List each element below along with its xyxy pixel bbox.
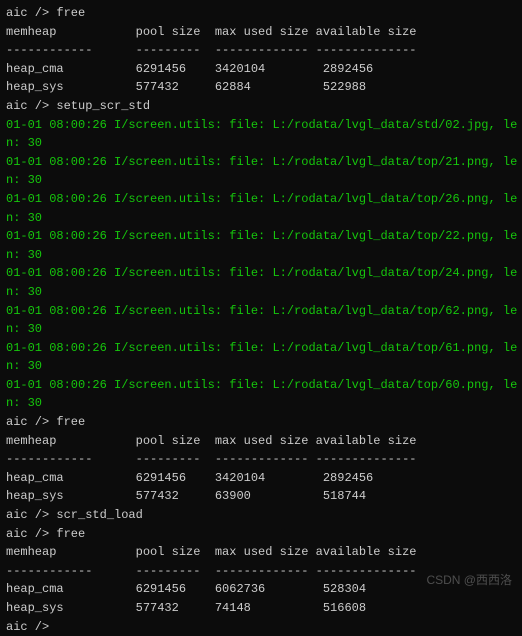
log-line: n: 30 [6,246,516,265]
log-line: n: 30 [6,357,516,376]
table-row: heap_sys 577432 62884 522988 [6,78,516,97]
log-line: 01-01 08:00:26 I/screen.utils: file: L:/… [6,190,516,209]
log-line: 01-01 08:00:26 I/screen.utils: file: L:/… [6,302,516,321]
table-row: heap_cma 6291456 3420104 2892456 [6,469,516,488]
prompt-line[interactable]: aic /> scr_std_load [6,506,516,525]
table-divider: ------------ --------- ------------- ---… [6,450,516,469]
prompt-line[interactable]: aic /> setup_scr_std [6,97,516,116]
table-row: heap_cma 6291456 6062736 528304 [6,580,516,599]
log-line: n: 30 [6,320,516,339]
prompt-line[interactable]: aic /> free [6,4,516,23]
log-line: 01-01 08:00:26 I/screen.utils: file: L:/… [6,339,516,358]
prompt-line[interactable]: aic /> free [6,413,516,432]
log-line: 01-01 08:00:26 I/screen.utils: file: L:/… [6,227,516,246]
terminal-output: aic /> free memheap pool size max used s… [6,4,516,636]
log-line: 01-01 08:00:26 I/screen.utils: file: L:/… [6,376,516,395]
table-divider: ------------ --------- ------------- ---… [6,41,516,60]
log-line: n: 30 [6,134,516,153]
log-line: n: 30 [6,171,516,190]
table-header: memheap pool size max used size availabl… [6,543,516,562]
log-line: 01-01 08:00:26 I/screen.utils: file: L:/… [6,116,516,135]
log-line: 01-01 08:00:26 I/screen.utils: file: L:/… [6,153,516,172]
log-line: n: 30 [6,209,516,228]
table-header: memheap pool size max used size availabl… [6,23,516,42]
log-line: n: 30 [6,283,516,302]
table-divider: ------------ --------- ------------- ---… [6,562,516,581]
log-line: 01-01 08:00:26 I/screen.utils: file: L:/… [6,264,516,283]
table-row: heap_sys 577432 63900 518744 [6,487,516,506]
prompt-line[interactable]: aic /> [6,618,516,636]
prompt-line[interactable]: aic /> free [6,525,516,544]
table-row: heap_cma 6291456 3420104 2892456 [6,60,516,79]
table-row: heap_sys 577432 74148 516608 [6,599,516,618]
log-line: n: 30 [6,394,516,413]
table-header: memheap pool size max used size availabl… [6,432,516,451]
